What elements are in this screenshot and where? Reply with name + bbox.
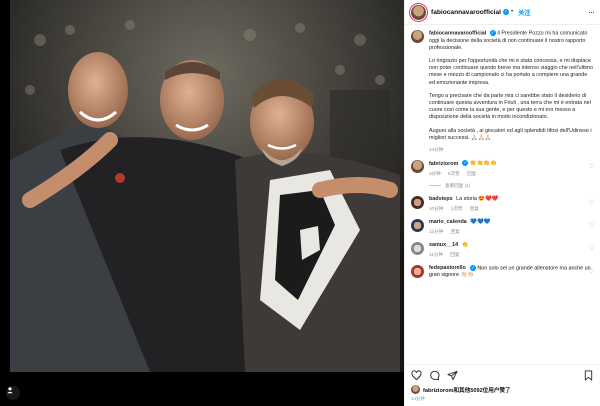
comment-text: La storia 😍❤️❤️ bbox=[456, 195, 499, 202]
comment-username[interactable]: badsteps bbox=[429, 196, 453, 202]
caption-body: fabiocannavaroofficial ✓ Il Presidente P… bbox=[429, 30, 594, 153]
photo-illustration bbox=[0, 0, 404, 406]
comment-heart-icon[interactable]: ♡ bbox=[589, 163, 594, 170]
comment: fedepastorello ✓ Non solo sei un grande a… bbox=[411, 264, 594, 279]
caption-username[interactable]: fabiocannavaroofficial bbox=[429, 30, 486, 36]
view-replies-label[interactable]: 查看回复 (1) bbox=[445, 183, 470, 189]
author-username[interactable]: fabiocannavaroofficial bbox=[431, 9, 501, 16]
comment-body: badsteps La storia 😍❤️❤️ 10分钟 1次赞 回复 bbox=[429, 196, 594, 212]
user-tag-icon[interactable] bbox=[6, 386, 20, 400]
heart-icon[interactable] bbox=[411, 369, 422, 381]
comment-body: mario_calenda 💙💙💙 12分钟 回复 bbox=[429, 219, 594, 235]
reply-button[interactable]: 回复 bbox=[467, 171, 476, 176]
comment-heart-icon[interactable]: ♡ bbox=[589, 245, 594, 252]
caption-paragraph: Auguro alla società , ai giocatori ed ag… bbox=[429, 127, 592, 141]
comment-body: fabriziorom ✓ 👏👏👏👏 3分钟 8次赞 回复 bbox=[429, 160, 594, 176]
verified-badge-icon: ✓ bbox=[462, 160, 469, 167]
commenter-avatar[interactable] bbox=[411, 241, 424, 255]
verified-badge-icon: ✓ bbox=[489, 30, 496, 36]
comment: mario_calenda 💙💙💙 12分钟 回复 ♡ bbox=[411, 218, 594, 235]
reply-button[interactable]: 回复 bbox=[470, 206, 479, 211]
caption-paragraph: Tengo a precisare che da parte mia ci sa… bbox=[429, 92, 591, 121]
comment-text: 👏👏👏👏 bbox=[469, 160, 497, 167]
comment: samux__14 👏 11分钟 回复 ♡ bbox=[411, 241, 594, 258]
reply-button[interactable]: 回复 bbox=[450, 252, 459, 257]
dot-separator: • bbox=[511, 9, 514, 15]
comment-meta: 10分钟 1次赞 回复 bbox=[429, 205, 594, 212]
comment-username[interactable]: fabriziorom bbox=[429, 161, 458, 167]
likes-text[interactable]: fabriziorom和其他5092位用户赞了 bbox=[423, 386, 511, 394]
caption: fabiocannavaroofficial ✓ Il Presidente P… bbox=[411, 30, 594, 153]
comments-scroll[interactable]: fabiocannavaroofficial ✓ Il Presidente P… bbox=[405, 25, 600, 364]
reply-button[interactable]: 回复 bbox=[451, 229, 460, 234]
caption-time: 14分钟 bbox=[429, 147, 444, 153]
follow-button[interactable]: 关注 bbox=[518, 8, 530, 17]
comment-username[interactable]: mario_calenda bbox=[429, 219, 467, 225]
comment: fabriziorom ✓ 👏👏👏👏 3分钟 8次赞 回复 ♡ bbox=[411, 160, 594, 176]
comment-heart-icon[interactable]: ♡ bbox=[589, 222, 594, 229]
likes-row: fabriziorom和其他5092位用户赞了 bbox=[405, 385, 600, 394]
comment-heart-icon[interactable]: ♡ bbox=[589, 199, 594, 206]
action-bar bbox=[405, 364, 600, 385]
posted-time: 14分钟 bbox=[411, 396, 425, 401]
comment-text: 💙💙💙 bbox=[470, 218, 491, 225]
view-replies[interactable]: 查看回复 (1) bbox=[429, 183, 594, 189]
comment-likes[interactable]: 8次赞 bbox=[448, 171, 460, 176]
comment-time: 3分钟 bbox=[429, 170, 441, 176]
caption-paragraph: Lo ringrazio per l'opportunità che mi è … bbox=[429, 58, 594, 86]
share-icon[interactable] bbox=[447, 370, 458, 381]
comment-body: fedepastorello ✓ Non solo sei un grande a… bbox=[429, 264, 594, 279]
post-panel: fabiocannavaroofficial ✓ • 关注 ··· fabioc… bbox=[404, 0, 600, 406]
more-icon[interactable]: ··· bbox=[588, 7, 595, 17]
comment-heart-icon[interactable]: ♡ bbox=[589, 268, 594, 275]
liker-avatar[interactable] bbox=[411, 385, 420, 394]
bookmark-icon[interactable] bbox=[583, 369, 594, 381]
comment-time: 12分钟 bbox=[429, 228, 444, 234]
comment-meta: 3分钟 8次赞 回复 bbox=[429, 170, 594, 177]
comment-meta: 12分钟 回复 bbox=[429, 228, 594, 235]
comment-likes[interactable]: 1次赞 bbox=[451, 206, 463, 211]
comment-time: 10分钟 bbox=[429, 205, 444, 211]
post-modal: fabiocannavaroofficial ✓ • 关注 ··· fabioc… bbox=[0, 0, 600, 406]
commenter-avatar[interactable] bbox=[411, 218, 424, 232]
comment-text: 👏 bbox=[461, 241, 469, 248]
post-photo[interactable] bbox=[0, 0, 404, 406]
comment-body: samux__14 👏 11分钟 回复 bbox=[429, 242, 594, 258]
verified-badge-icon: ✓ bbox=[503, 9, 509, 15]
post-header: fabiocannavaroofficial ✓ • 关注 ··· bbox=[405, 0, 600, 25]
verified-badge-icon: ✓ bbox=[469, 264, 476, 271]
commenter-avatar[interactable] bbox=[411, 264, 424, 278]
caption-avatar[interactable] bbox=[411, 30, 424, 43]
commenter-avatar[interactable] bbox=[411, 160, 424, 174]
author-avatar[interactable] bbox=[411, 4, 426, 20]
comment: badsteps La storia 😍❤️❤️ 10分钟 1次赞 回复 ♡ bbox=[411, 195, 594, 212]
comment-icon[interactable] bbox=[429, 370, 440, 381]
comment-username[interactable]: fedepastorello bbox=[429, 265, 466, 271]
comment-meta: 11分钟 回复 bbox=[429, 251, 594, 258]
comment-time: 11分钟 bbox=[429, 251, 443, 257]
commenter-avatar[interactable] bbox=[411, 195, 424, 209]
comment-username[interactable]: samux__14 bbox=[429, 242, 458, 248]
